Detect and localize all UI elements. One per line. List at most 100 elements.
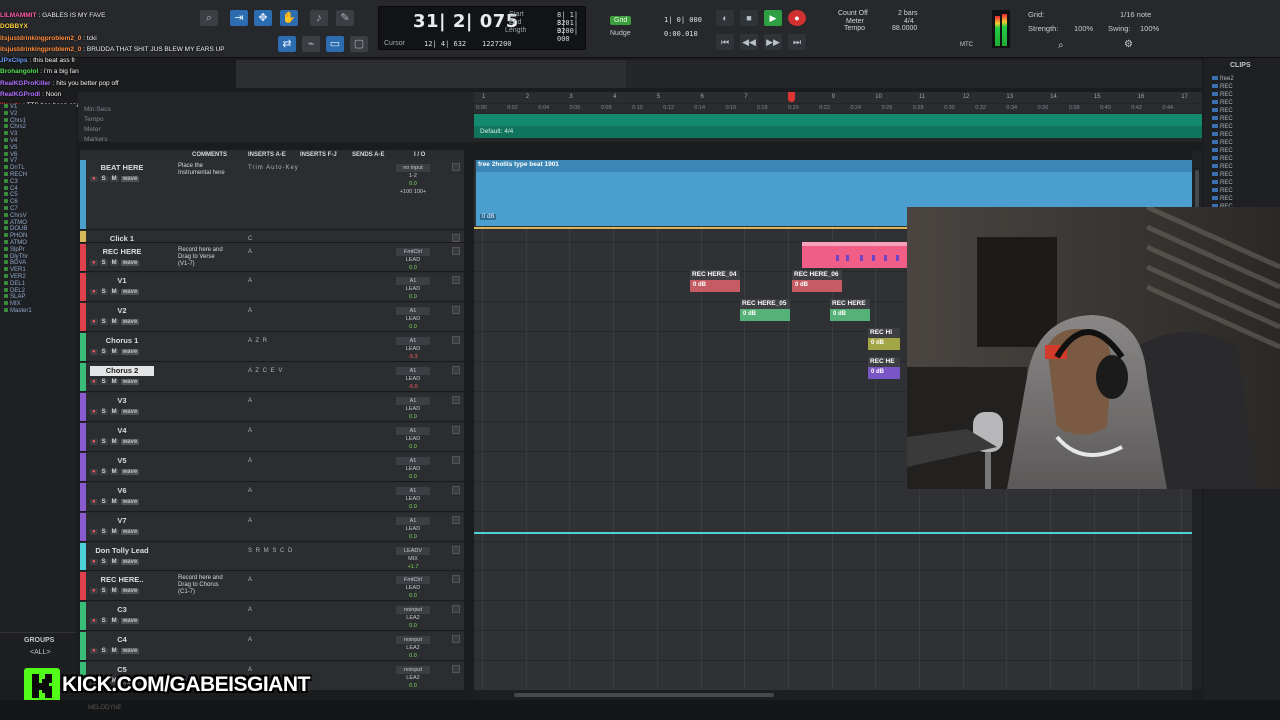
tab-to-transient-icon[interactable]: ⇄ bbox=[278, 36, 296, 52]
track-inserts[interactable]: A Z C E V bbox=[248, 368, 283, 374]
solo-button[interactable]: S bbox=[99, 648, 108, 654]
input-selector[interactable]: A1 bbox=[396, 307, 430, 315]
solo-button[interactable]: S bbox=[99, 529, 108, 535]
audio-clip[interactable]: REC HERE_04 0 dB bbox=[690, 270, 740, 292]
track-end-toggle[interactable] bbox=[452, 163, 460, 171]
strength-value[interactable]: 100% bbox=[1074, 24, 1093, 33]
solo-button[interactable]: S bbox=[99, 588, 108, 594]
track-lane[interactable] bbox=[474, 513, 1192, 542]
record-enable-button[interactable]: ● bbox=[90, 499, 98, 505]
input-selector[interactable]: A1 bbox=[396, 397, 430, 405]
track-io[interactable]: A1 LEAD 0.0 bbox=[396, 397, 430, 421]
solo-button[interactable]: S bbox=[99, 439, 108, 445]
track-end-toggle[interactable] bbox=[452, 426, 460, 434]
view-selector[interactable]: wave bbox=[120, 618, 140, 624]
volume-value[interactable]: 0.0 bbox=[396, 652, 430, 660]
volume-value[interactable]: 0.0 bbox=[396, 473, 430, 481]
mute-button[interactable]: M bbox=[109, 289, 119, 295]
track-io[interactable]: noinput LEA2 0.0 bbox=[396, 636, 430, 660]
mute-button[interactable]: M bbox=[109, 409, 119, 415]
record-enable-button[interactable]: ● bbox=[90, 469, 98, 475]
grid-value[interactable]: 1| 0| 000 bbox=[664, 16, 702, 24]
audio-clip[interactable]: REC HI 0 dB bbox=[868, 328, 900, 350]
solo-button[interactable]: S bbox=[99, 349, 108, 355]
view-selector[interactable]: wave bbox=[120, 469, 140, 475]
output-selector[interactable]: LEAD bbox=[396, 465, 430, 473]
record-enable-button[interactable]: ● bbox=[90, 559, 98, 565]
online-button[interactable]: ◐ bbox=[716, 10, 734, 26]
track-header[interactable]: Don Tolly Lead ● S Mwave S R M S C D LEADV MIX… bbox=[80, 543, 464, 571]
volume-value[interactable]: 0.0 bbox=[396, 503, 430, 511]
chat-username[interactable]: DOBBYX bbox=[0, 23, 28, 30]
clip-list-item[interactable]: REC bbox=[1212, 180, 1233, 187]
pan-value[interactable]: +100 100+ bbox=[396, 188, 430, 196]
mute-button[interactable]: M bbox=[109, 588, 119, 594]
solo-button[interactable]: S bbox=[99, 409, 108, 415]
track-io[interactable]: FmtCtrl LEAD 0.0 bbox=[396, 248, 430, 272]
track-inserts[interactable]: A Z R bbox=[248, 338, 268, 344]
view-selector[interactable]: wave bbox=[120, 648, 140, 654]
track-header[interactable]: C3 ● S Mwave Anoinput LEA2 0.0 bbox=[80, 602, 464, 631]
swing-value[interactable]: 100% bbox=[1140, 24, 1159, 33]
record-enable-button[interactable]: ● bbox=[90, 648, 98, 654]
track-inserts[interactable]: A bbox=[248, 278, 253, 284]
clip-list-item[interactable]: REC bbox=[1212, 188, 1233, 195]
min-secs-ruler[interactable]: 0:00 0:02 0:04 0:05 0:08 0:10 0:12 0:14 0:16 0:18… bbox=[474, 104, 1202, 113]
track-name[interactable]: V4 bbox=[90, 426, 154, 436]
view-selector[interactable]: wave bbox=[120, 260, 140, 266]
track-header[interactable]: V3 ● S Mwave A A1 LEAD 0.0 bbox=[80, 393, 464, 422]
clip-list-item[interactable]: REC bbox=[1212, 124, 1233, 131]
track-io[interactable]: no input 1-2 0.0 +100 100+ bbox=[396, 164, 430, 196]
track-name[interactable]: Chorus 2 bbox=[90, 366, 154, 376]
track-inserts[interactable]: A bbox=[248, 577, 253, 583]
track-lane[interactable] bbox=[474, 572, 1192, 601]
solo-button[interactable]: S bbox=[99, 260, 108, 266]
track-end-toggle[interactable] bbox=[452, 456, 460, 464]
record-enable-button[interactable]: ● bbox=[90, 289, 98, 295]
output-selector[interactable]: LEAD bbox=[396, 375, 430, 383]
track-header[interactable]: Click 1 C bbox=[80, 231, 464, 243]
insert-icon[interactable]: ▢ bbox=[350, 36, 368, 52]
mute-button[interactable]: M bbox=[109, 349, 119, 355]
track-end-toggle[interactable] bbox=[452, 605, 460, 613]
track-io[interactable]: noinput LEA2 0.0 bbox=[396, 666, 430, 690]
nudge-value[interactable]: 0:00.010 bbox=[664, 30, 698, 38]
rewind-button[interactable]: ◀◀ bbox=[740, 34, 758, 50]
record-enable-button[interactable]: ● bbox=[90, 618, 98, 624]
horizontal-scrollbar[interactable] bbox=[474, 690, 1192, 700]
view-selector[interactable]: wave bbox=[120, 176, 140, 182]
bars-value[interactable]: 2 bars bbox=[898, 10, 917, 17]
audio-clip[interactable]: REC HERE_06 0 dB bbox=[792, 270, 842, 292]
audio-clip[interactable]: REC HERE 0 dB bbox=[830, 299, 870, 321]
track-io[interactable]: FmtCtrl LEAD 0.0 bbox=[396, 576, 430, 600]
track-io[interactable]: noinput LEA2 0.0 bbox=[396, 606, 430, 630]
track-end-toggle[interactable] bbox=[452, 396, 460, 404]
play-button[interactable]: ▶ bbox=[764, 10, 782, 26]
playhead-marker[interactable] bbox=[788, 92, 795, 102]
meter-ruler[interactable]: Default: 4/4 bbox=[474, 126, 1202, 138]
input-selector[interactable]: A1 bbox=[396, 457, 430, 465]
track-end-toggle[interactable] bbox=[452, 336, 460, 344]
chat-username[interactable]: JPxClips bbox=[0, 57, 27, 64]
track-name[interactable]: C4 bbox=[90, 635, 154, 645]
record-enable-button[interactable]: ● bbox=[90, 319, 98, 325]
track-header[interactable]: Chorus 2 ● S Mwave A Z C E V A1 LEAD -6.0 bbox=[80, 363, 464, 392]
clip-list-item[interactable]: REC bbox=[1212, 84, 1233, 91]
volume-value[interactable]: +1.7 bbox=[396, 563, 430, 571]
track-name[interactable]: V3 bbox=[90, 396, 154, 406]
fast-forward-button[interactable]: ▶▶ bbox=[764, 34, 782, 50]
track-io[interactable]: A1 LEAD 0.0 bbox=[396, 457, 430, 481]
count-off-label[interactable]: Count Off bbox=[838, 10, 868, 17]
record-enable-button[interactable]: ● bbox=[90, 260, 98, 266]
track-end-toggle[interactable] bbox=[452, 234, 460, 242]
track-io[interactable]: A1 LEAD 0.0 bbox=[396, 277, 430, 301]
input-selector[interactable]: LEADV bbox=[396, 547, 430, 555]
track-io[interactable]: A1 LEAD 0.0 bbox=[396, 487, 430, 511]
track-comment[interactable]: Record here and Drag to Chorus (C1-7) bbox=[178, 575, 242, 596]
mute-button[interactable]: M bbox=[109, 176, 119, 182]
input-selector[interactable]: noinput bbox=[396, 606, 430, 614]
grid-button[interactable]: Grid bbox=[610, 16, 632, 25]
track-name[interactable]: Don Tolly Lead bbox=[90, 546, 154, 556]
track-end-toggle[interactable] bbox=[452, 665, 460, 673]
track-lane[interactable] bbox=[474, 543, 1192, 571]
